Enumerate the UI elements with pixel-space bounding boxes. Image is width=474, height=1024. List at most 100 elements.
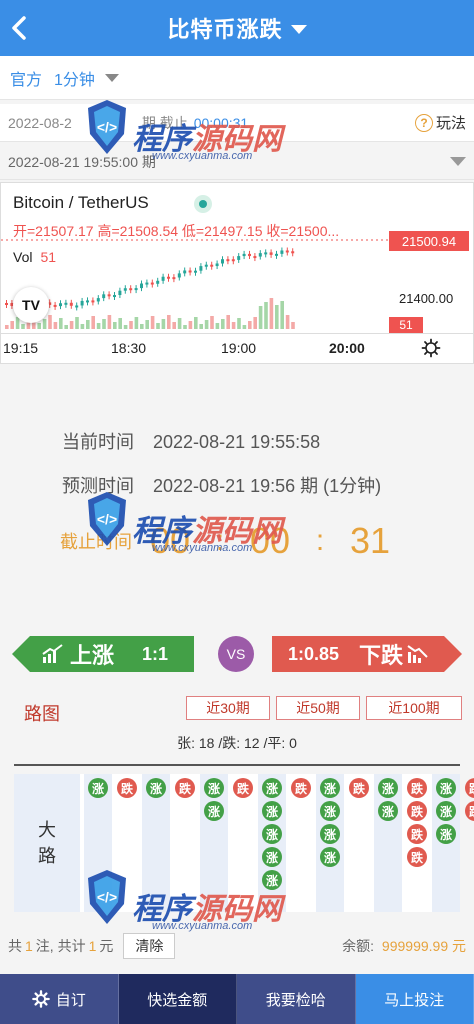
countdown-seconds: 31 xyxy=(349,520,391,561)
candle-body xyxy=(248,253,251,257)
clear-button[interactable]: 清除 xyxy=(123,933,176,959)
volume-bar xyxy=(53,322,58,329)
custom-button[interactable]: 自订 xyxy=(0,974,119,1024)
howto-button[interactable]: ? 玩法 xyxy=(414,112,466,133)
quick-amount-button[interactable]: 快选金额 xyxy=(118,974,237,1024)
candle-body xyxy=(285,250,289,253)
volume-bar xyxy=(167,315,171,329)
expand-icon[interactable] xyxy=(450,157,466,166)
bet-options: 上涨 1:1 VS 1:0.85 下跌 xyxy=(0,632,474,676)
volume-bar xyxy=(156,323,160,329)
candle-body xyxy=(107,294,111,297)
volume-bar xyxy=(183,325,187,329)
candle-body xyxy=(5,303,8,305)
volume-bar xyxy=(102,319,106,329)
volume-bar xyxy=(80,324,85,329)
page-title[interactable]: 比特币涨跌 xyxy=(167,12,282,44)
settings-gear-icon[interactable] xyxy=(421,338,441,358)
result-stats: 张: 18 /跌: 12 /平: 0 xyxy=(177,735,297,751)
back-arrow-icon[interactable] xyxy=(6,10,34,46)
candle-body xyxy=(275,253,278,256)
candle-body xyxy=(91,300,95,303)
price-chart[interactable]: Bitcoin / TetherUS 开=21507.17 高=21508.54… xyxy=(0,182,474,364)
volume-bar xyxy=(5,325,9,329)
filter-50-button[interactable]: 近50期 xyxy=(276,696,360,720)
road-up-ball: 涨 xyxy=(262,824,282,844)
candle-body xyxy=(75,305,79,308)
filter-30-button[interactable]: 近30期 xyxy=(186,696,270,720)
volume-bar xyxy=(226,315,230,329)
candle-body xyxy=(221,259,224,264)
volume-bar xyxy=(75,317,79,329)
bet-count: 1 xyxy=(25,938,33,954)
countdown-minutes: 00 xyxy=(249,520,291,561)
filter-100-button[interactable]: 近100期 xyxy=(366,696,462,720)
interval-label: 1分钟 xyxy=(54,71,95,89)
candle-body xyxy=(253,256,257,259)
countdown-separator: : xyxy=(215,524,225,557)
current-period-bar: 2022-08-2 期 截止 00:00:31 ? 玩法 xyxy=(0,104,474,142)
time-tick: 19:00 xyxy=(221,340,257,356)
volume-bar xyxy=(237,318,241,329)
volume-bar xyxy=(161,319,166,329)
volume-bar xyxy=(86,320,90,329)
candle-body xyxy=(96,298,100,302)
last-period-bar[interactable]: 2022-08-21 19:55:00 期 xyxy=(0,144,474,180)
balance-value: 999999.99 元 xyxy=(381,938,466,954)
volume-bar xyxy=(253,317,257,329)
road-up-ball: 涨 xyxy=(146,778,166,798)
volume-bar xyxy=(107,315,112,329)
bet-up-button[interactable]: 上涨 1:1 xyxy=(12,636,194,672)
volume-bar xyxy=(21,324,25,329)
candle-body xyxy=(167,276,170,279)
candle-body xyxy=(237,256,241,260)
game-type-selector[interactable]: 官方 1分钟 xyxy=(0,56,474,100)
check-label: 我要检哈 xyxy=(265,991,326,1009)
predict-time-label: 预测时间 xyxy=(62,476,134,496)
volume-bar xyxy=(248,321,252,329)
candle-body xyxy=(80,300,84,306)
countdown-label: 截止时间 xyxy=(60,532,132,552)
chevron-down-icon xyxy=(104,73,119,82)
volume-bar xyxy=(285,315,290,329)
volume-bar xyxy=(69,321,74,329)
current-time-value: 2022-08-21 19:55:58 xyxy=(153,432,321,452)
volume-bar xyxy=(258,306,263,329)
volume-bar xyxy=(172,322,176,329)
volume-bar xyxy=(221,319,225,329)
road-up-ball: 涨 xyxy=(320,778,340,798)
road-up-ball: 涨 xyxy=(320,801,340,821)
bet-down-button[interactable]: 1:0.85 下跌 xyxy=(272,636,462,672)
divider xyxy=(14,764,460,766)
volume-bar xyxy=(210,316,214,329)
check-button[interactable]: 我要检哈 xyxy=(237,974,356,1024)
volume-bar xyxy=(177,318,182,329)
app-header: 比特币涨跌 xyxy=(0,0,474,56)
road-up-ball: 涨 xyxy=(262,801,282,821)
volume-bar xyxy=(291,322,295,329)
volume-bar xyxy=(134,317,139,329)
current-time-row: 当前时间 2022-08-21 19:55:58 xyxy=(62,428,320,454)
candle-body xyxy=(269,252,273,255)
road-down-ball: 跌 xyxy=(407,847,427,867)
road-up-ball: 涨 xyxy=(436,824,456,844)
last-price-tag: 21500.94 xyxy=(389,231,469,251)
candle-body xyxy=(140,283,143,289)
volume-bar xyxy=(264,302,268,329)
countdown-separator: : xyxy=(315,524,325,557)
candle-body xyxy=(59,303,62,307)
volume-bar xyxy=(275,305,279,329)
volume-bar xyxy=(242,325,247,329)
candle-body xyxy=(113,295,116,298)
tradingview-logo[interactable]: TV xyxy=(13,287,49,323)
candle-body xyxy=(194,270,197,273)
place-bet-button[interactable]: 马上投注 xyxy=(355,974,474,1024)
title-dropdown-icon[interactable] xyxy=(290,24,307,34)
last-period-label: 2022-08-21 19:55:00 期 xyxy=(8,153,156,170)
road-down-ball: 跌 xyxy=(407,778,427,798)
volume-label: Vol xyxy=(13,249,33,265)
volume-bar xyxy=(113,322,117,329)
bottom-action-bar: 自订 快选金额 我要检哈 马上投注 xyxy=(0,974,474,1024)
volume-readout: Vol 51 xyxy=(13,249,56,265)
candle-body xyxy=(177,273,181,278)
